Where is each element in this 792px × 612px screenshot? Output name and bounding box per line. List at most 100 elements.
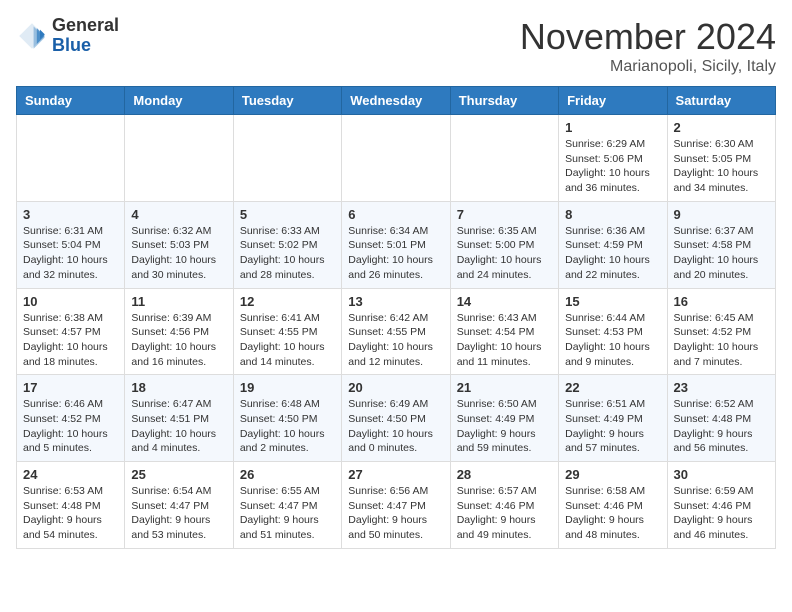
calendar-cell: 6 Sunrise: 6:34 AM Sunset: 5:01 PM Daylig… [342,201,450,288]
day-info: Sunrise: 6:55 AM Sunset: 4:47 PM Dayligh… [240,484,335,543]
day-number: 26 [240,467,335,482]
logo: General Blue [16,16,119,56]
day-number: 3 [23,207,118,222]
day-info: Sunrise: 6:42 AM Sunset: 4:55 PM Dayligh… [348,311,443,370]
day-number: 6 [348,207,443,222]
day-number: 14 [457,294,552,309]
weekday-header-friday: Friday [559,87,667,115]
calendar-cell: 11 Sunrise: 6:39 AM Sunset: 4:56 PM Dayli… [125,288,233,375]
calendar-week-row: 17Sunrise: 6:46 AM Sunset: 4:52 PM Dayli… [17,375,776,462]
day-number: 9 [674,207,769,222]
day-info: Sunrise: 6:43 AM Sunset: 4:54 PM Dayligh… [457,311,552,370]
day-info: Sunrise: 6:37 AM Sunset: 4:58 PM Dayligh… [674,224,769,283]
day-info: Sunrise: 6:48 AM Sunset: 4:50 PM Dayligh… [240,397,335,456]
month-title: November 2024 [520,16,776,58]
day-info: Sunrise: 6:50 AM Sunset: 4:49 PM Dayligh… [457,397,552,456]
calendar-table: SundayMondayTuesdayWednesdayThursdayFrid… [16,86,776,549]
day-number: 21 [457,380,552,395]
day-number: 16 [674,294,769,309]
calendar-week-row: 10 Sunrise: 6:38 AM Sunset: 4:57 PM Dayli… [17,288,776,375]
day-number: 7 [457,207,552,222]
day-number: 5 [240,207,335,222]
calendar-cell: 8 Sunrise: 6:36 AM Sunset: 4:59 PM Daylig… [559,201,667,288]
day-info: Sunrise: 6:35 AM Sunset: 5:00 PM Dayligh… [457,224,552,283]
calendar-cell: 28Sunrise: 6:57 AM Sunset: 4:46 PM Dayli… [450,462,558,549]
day-number: 4 [131,207,226,222]
calendar-week-row: 3 Sunrise: 6:31 AM Sunset: 5:04 PM Daylig… [17,201,776,288]
calendar-cell: 25 Sunrise: 6:54 AM Sunset: 4:47 PM Dayli… [125,462,233,549]
calendar-cell [450,115,558,202]
day-number: 27 [348,467,443,482]
weekday-header-tuesday: Tuesday [233,87,341,115]
calendar-cell [17,115,125,202]
day-info: Sunrise: 6:39 AM Sunset: 4:56 PM Dayligh… [131,311,226,370]
day-info: Sunrise: 6:46 AM Sunset: 4:52 PM Dayligh… [23,397,118,456]
day-number: 1 [565,120,660,135]
calendar-cell [125,115,233,202]
weekday-header-saturday: Saturday [667,87,775,115]
day-info: Sunrise: 6:51 AM Sunset: 4:49 PM Dayligh… [565,397,660,456]
calendar-cell: 18Sunrise: 6:47 AM Sunset: 4:51 PM Dayli… [125,375,233,462]
weekday-header-wednesday: Wednesday [342,87,450,115]
calendar-cell: 24 Sunrise: 6:53 AM Sunset: 4:48 PM Dayli… [17,462,125,549]
weekday-header-sunday: Sunday [17,87,125,115]
day-info: Sunrise: 6:53 AM Sunset: 4:48 PM Dayligh… [23,484,118,543]
day-number: 8 [565,207,660,222]
day-info: Sunrise: 6:44 AM Sunset: 4:53 PM Dayligh… [565,311,660,370]
calendar-week-row: 24 Sunrise: 6:53 AM Sunset: 4:48 PM Dayli… [17,462,776,549]
calendar-cell: 30 Sunrise: 6:59 AM Sunset: 4:46 PM Dayli… [667,462,775,549]
day-info: Sunrise: 6:36 AM Sunset: 4:59 PM Dayligh… [565,224,660,283]
calendar-cell: 1 Sunrise: 6:29 AM Sunset: 5:06 PM Daylig… [559,115,667,202]
day-info: Sunrise: 6:59 AM Sunset: 4:46 PM Dayligh… [674,484,769,543]
calendar-cell: 5 Sunrise: 6:33 AM Sunset: 5:02 PM Daylig… [233,201,341,288]
calendar-cell: 10 Sunrise: 6:38 AM Sunset: 4:57 PM Dayli… [17,288,125,375]
weekday-header-row: SundayMondayTuesdayWednesdayThursdayFrid… [17,87,776,115]
day-number: 30 [674,467,769,482]
day-number: 10 [23,294,118,309]
day-number: 11 [131,294,226,309]
calendar-cell: 19 Sunrise: 6:48 AM Sunset: 4:50 PM Dayli… [233,375,341,462]
page-header: General Blue November 2024 Marianopoli, … [16,16,776,76]
calendar-cell: 23 Sunrise: 6:52 AM Sunset: 4:48 PM Dayli… [667,375,775,462]
day-number: 20 [348,380,443,395]
day-info: Sunrise: 6:29 AM Sunset: 5:06 PM Dayligh… [565,137,660,196]
day-info: Sunrise: 6:38 AM Sunset: 4:57 PM Dayligh… [23,311,118,370]
day-info: Sunrise: 6:33 AM Sunset: 5:02 PM Dayligh… [240,224,335,283]
calendar-cell: 17Sunrise: 6:46 AM Sunset: 4:52 PM Dayli… [17,375,125,462]
calendar-cell: 21 Sunrise: 6:50 AM Sunset: 4:49 PM Dayli… [450,375,558,462]
weekday-header-monday: Monday [125,87,233,115]
calendar-cell: 9 Sunrise: 6:37 AM Sunset: 4:58 PM Daylig… [667,201,775,288]
day-number: 19 [240,380,335,395]
day-info: Sunrise: 6:34 AM Sunset: 5:01 PM Dayligh… [348,224,443,283]
day-info: Sunrise: 6:56 AM Sunset: 4:47 PM Dayligh… [348,484,443,543]
calendar-cell: 4 Sunrise: 6:32 AM Sunset: 5:03 PM Daylig… [125,201,233,288]
day-number: 12 [240,294,335,309]
day-info: Sunrise: 6:41 AM Sunset: 4:55 PM Dayligh… [240,311,335,370]
day-number: 25 [131,467,226,482]
logo-icon [16,20,48,52]
day-info: Sunrise: 6:54 AM Sunset: 4:47 PM Dayligh… [131,484,226,543]
day-info: Sunrise: 6:30 AM Sunset: 5:05 PM Dayligh… [674,137,769,196]
calendar-cell: 26 Sunrise: 6:55 AM Sunset: 4:47 PM Dayli… [233,462,341,549]
day-number: 24 [23,467,118,482]
calendar-cell: 3 Sunrise: 6:31 AM Sunset: 5:04 PM Daylig… [17,201,125,288]
calendar-cell: 12 Sunrise: 6:41 AM Sunset: 4:55 PM Dayli… [233,288,341,375]
calendar-cell: 27 Sunrise: 6:56 AM Sunset: 4:47 PM Dayli… [342,462,450,549]
calendar-cell: 15Sunrise: 6:44 AM Sunset: 4:53 PM Dayli… [559,288,667,375]
day-number: 23 [674,380,769,395]
day-info: Sunrise: 6:52 AM Sunset: 4:48 PM Dayligh… [674,397,769,456]
day-info: Sunrise: 6:49 AM Sunset: 4:50 PM Dayligh… [348,397,443,456]
day-info: Sunrise: 6:58 AM Sunset: 4:46 PM Dayligh… [565,484,660,543]
calendar-cell: 16Sunrise: 6:45 AM Sunset: 4:52 PM Dayli… [667,288,775,375]
day-info: Sunrise: 6:47 AM Sunset: 4:51 PM Dayligh… [131,397,226,456]
day-info: Sunrise: 6:57 AM Sunset: 4:46 PM Dayligh… [457,484,552,543]
calendar-cell [342,115,450,202]
calendar-cell: 14 Sunrise: 6:43 AM Sunset: 4:54 PM Dayli… [450,288,558,375]
day-info: Sunrise: 6:32 AM Sunset: 5:03 PM Dayligh… [131,224,226,283]
logo-text: General Blue [52,16,119,56]
day-info: Sunrise: 6:31 AM Sunset: 5:04 PM Dayligh… [23,224,118,283]
calendar-cell: 7 Sunrise: 6:35 AM Sunset: 5:00 PM Daylig… [450,201,558,288]
calendar-cell: 20 Sunrise: 6:49 AM Sunset: 4:50 PM Dayli… [342,375,450,462]
calendar-cell [233,115,341,202]
calendar-cell: 2Sunrise: 6:30 AM Sunset: 5:05 PM Daylig… [667,115,775,202]
